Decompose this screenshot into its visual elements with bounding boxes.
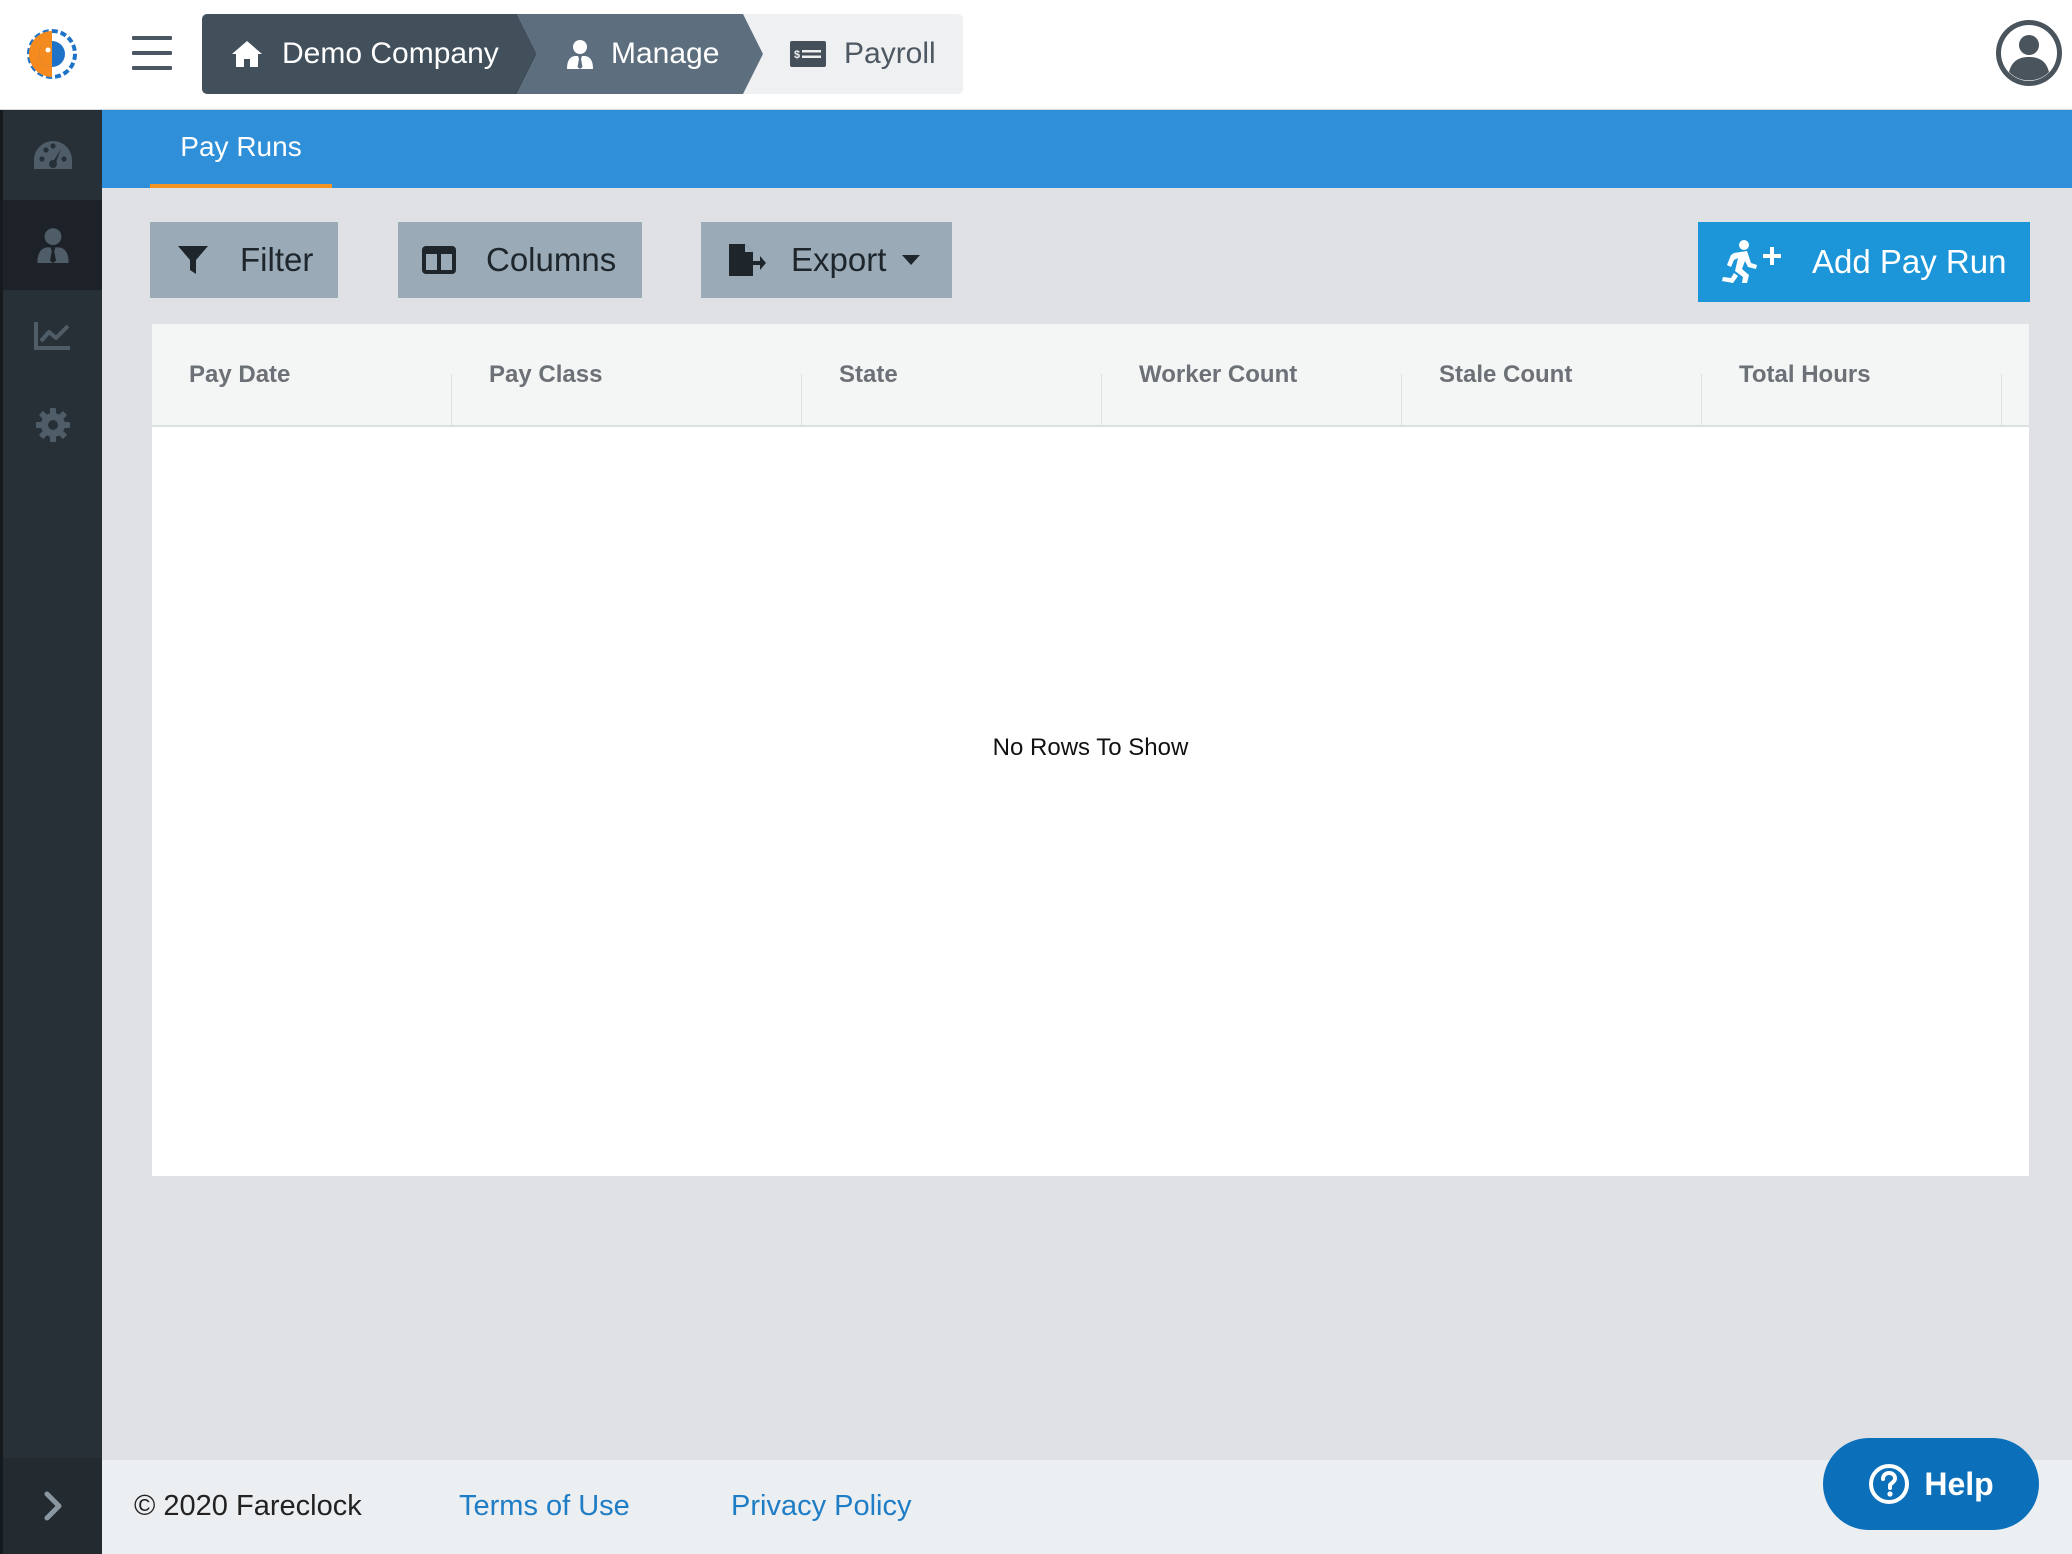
add-pay-run-button[interactable]: Add Pay Run [1698,222,2030,302]
columns-button-label: Columns [486,241,617,278]
breadcrumb-payroll-label: Payroll [844,37,936,70]
home-icon [232,41,262,67]
pay-runs-grid: Pay Date Pay Class State Worker Count St… [151,323,2030,1177]
column-header-pay-date[interactable]: Pay Date [152,324,452,425]
sidebar-expand-button[interactable] [3,1458,102,1554]
top-bar: Demo Company Manage $ Payroll [0,0,2072,110]
chart-line-icon [33,322,70,350]
dashboard-icon [33,141,72,169]
help-button-label: Help [1924,1465,1994,1502]
breadcrumb-payroll[interactable]: $ Payroll [743,14,963,94]
caret-down-icon [902,255,921,265]
footer: © 2020 Fareclock Terms of Use Privacy Po… [102,1460,2072,1554]
fareclock-logo-icon[interactable] [26,28,78,80]
filter-button[interactable]: Filter [150,222,338,298]
running-person-plus-icon [1722,240,1781,283]
breadcrumb-manage[interactable]: Manage [517,14,763,94]
sidebar-item-settings[interactable] [3,380,102,470]
column-header-stale-count[interactable]: Stale Count [1402,324,1702,425]
columns-button[interactable]: Columns [398,222,642,298]
user-tie-icon [567,40,593,69]
columns-icon [422,246,456,274]
sidebar-item-dashboard[interactable] [3,110,102,200]
breadcrumb: Demo Company Manage $ Payroll [202,14,963,94]
grid-header: Pay Date Pay Class State Worker Count St… [152,324,2029,427]
sidebar-item-reports[interactable] [3,290,102,380]
chevron-right-icon [44,1491,61,1521]
privacy-policy-link[interactable]: Privacy Policy [731,1490,912,1523]
tab-pay-runs[interactable]: Pay Runs [150,110,332,188]
sidebar [0,110,102,1554]
file-export-icon [729,244,766,276]
column-header-worker-count[interactable]: Worker Count [1102,324,1402,425]
copyright-text: © 2020 Fareclock [134,1490,362,1522]
money-check-icon: $ [790,41,826,67]
filter-button-label: Filter [240,241,314,278]
export-button-label: Export [791,241,887,278]
column-header-state[interactable]: State [802,324,1102,425]
export-dropdown-button[interactable]: Export [701,222,952,298]
sidebar-item-manage[interactable] [3,200,102,290]
filter-icon [178,246,208,274]
question-circle-icon [1869,1464,1910,1504]
help-button[interactable]: Help [1823,1438,2039,1530]
column-header-total-hours[interactable]: Total Hours [1702,324,2002,425]
user-tie-icon [36,228,69,263]
column-header-pay-class[interactable]: Pay Class [452,324,802,425]
menu-toggle-icon[interactable] [132,36,172,70]
breadcrumb-company-label: Demo Company [282,37,499,70]
user-avatar-icon[interactable] [1994,18,2064,88]
gear-icon [35,408,70,442]
add-pay-run-label: Add Pay Run [1812,243,2007,280]
breadcrumb-company[interactable]: Demo Company [202,14,537,94]
terms-of-use-link[interactable]: Terms of Use [459,1490,630,1523]
empty-grid-message: No Rows To Show [992,734,1189,761]
svg-text:$: $ [794,49,800,61]
breadcrumb-manage-label: Manage [611,37,720,70]
tab-bar: Pay Runs [102,110,2072,188]
